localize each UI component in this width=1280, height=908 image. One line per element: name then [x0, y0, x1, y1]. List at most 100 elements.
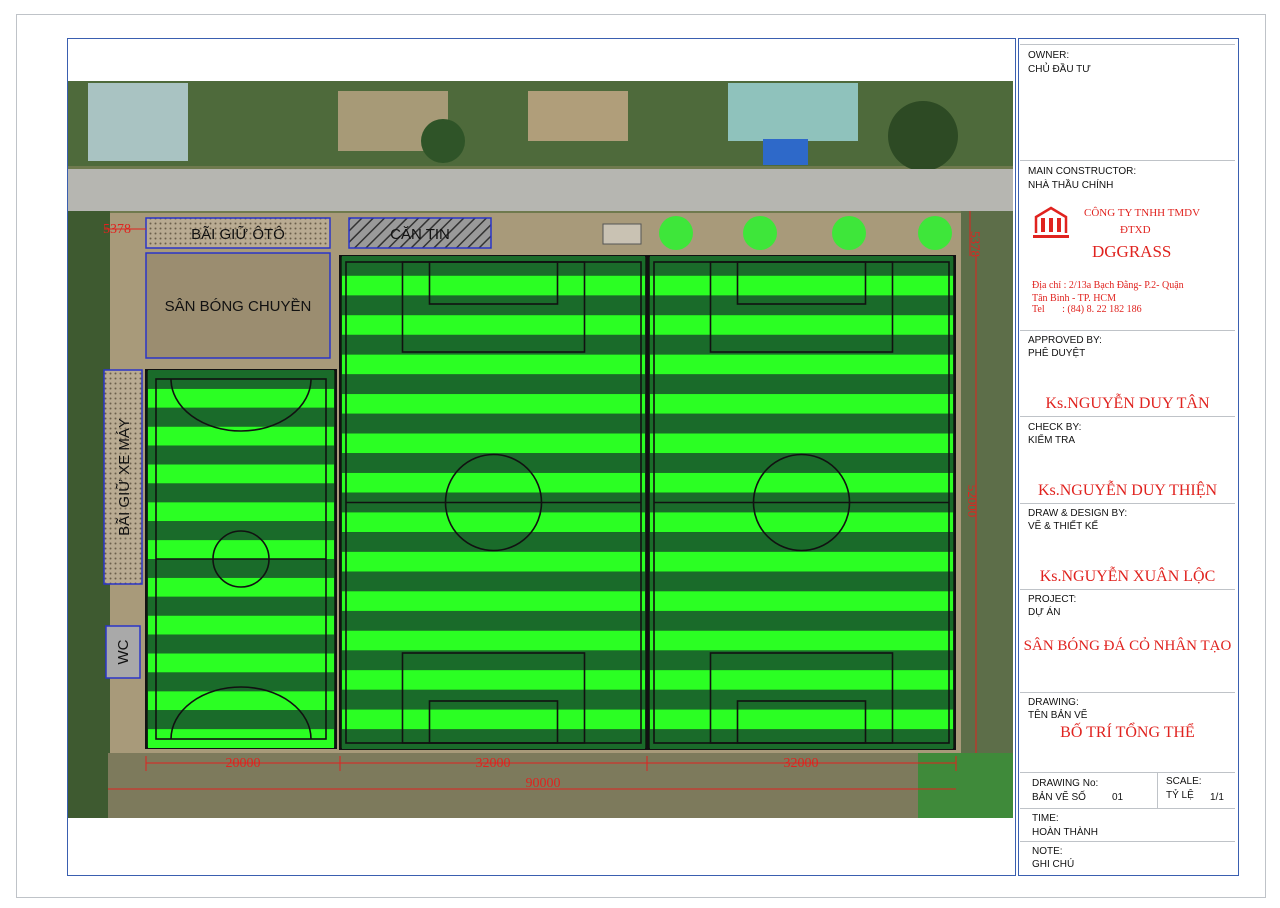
tree — [888, 101, 958, 171]
check-name: Ks.NGUYỄN DUY THIỆN — [1037, 482, 1218, 499]
pitch-1-stripe — [342, 453, 645, 473]
pitch-1-stripe — [342, 354, 645, 375]
drawing-name: BỐ TRÍ TỔNG THỂ — [1060, 724, 1195, 741]
dim-right-side: 52000 — [965, 485, 980, 518]
pitch-2-stripe — [650, 295, 953, 316]
pitch-2-stripe — [650, 472, 953, 493]
company-name: DGGRASS — [1092, 242, 1172, 261]
approved-label-vn: PHÊ DUYỆT — [1028, 348, 1086, 359]
small-pitch-stripe — [148, 672, 334, 692]
owner-cell: OWNER: CHỦ ĐẦU TƯ — [1020, 44, 1235, 161]
main-constructor-label-vn: NHÀ THẦU CHÍNH — [1028, 180, 1114, 191]
check-label: CHECK BY: — [1028, 422, 1082, 433]
pitch-1-stripe — [342, 630, 645, 651]
pitch-2-stripe — [650, 315, 953, 335]
small-pitch-stripe — [148, 426, 334, 446]
owner-label-vn: CHỦ ĐẦU TƯ — [1028, 64, 1091, 75]
company-tel: Tel : (84) 8. 22 182 186 — [1032, 304, 1142, 315]
site-plan: SÂN BÓNG CHUYỀN BÃI GIỮ ÔTÔ CĂN TIN BÃI … — [68, 81, 1013, 818]
time-label: TIME: — [1032, 813, 1059, 824]
volleyball-label: SÂN BÓNG CHUYỀN — [165, 298, 312, 315]
pitch-2-stripe — [650, 591, 953, 611]
project-cell: PROJECT: DỰ ÁN SÂN BÓNG ĐÁ CỎ NHÂN TẠO — [1020, 589, 1235, 693]
drawing-no-value: 01 — [1112, 792, 1124, 803]
check-cell: CHECK BY: KIỂM TRA Ks.NGUYỄN DUY THIỆN — [1020, 416, 1235, 504]
approved-cell: APPROVED BY: PHÊ DUYỆT Ks.NGUYỄN DUY TÂN — [1020, 330, 1235, 417]
note-label: NOTE: — [1032, 846, 1063, 857]
pitch-1-stripe — [342, 295, 645, 316]
scale-label: SCALE: — [1166, 776, 1202, 787]
company-address-1: Địa chỉ : 2/13a Bạch Đằng- P.2- Quận — [1032, 280, 1184, 291]
approved-name: Ks.NGUYỄN DUY TÂN — [1045, 395, 1210, 412]
company-line2: ĐTXD — [1120, 224, 1151, 236]
check-label-vn: KIỂM TRA — [1028, 435, 1076, 446]
pitch-1-stripe — [342, 512, 645, 533]
company-address-2: Tân Bình - TP. HCM — [1032, 293, 1116, 304]
pitch-1-stripe — [342, 275, 645, 296]
pitch-1-stripe — [342, 433, 645, 454]
draw-label: DRAW & DESIGN BY: — [1028, 508, 1128, 519]
draw-name: Ks.NGUYỄN XUÂN LỘC — [1039, 568, 1216, 585]
small-pitch-stripe — [148, 615, 334, 635]
small-pitch-stripe — [148, 445, 334, 465]
pitch-1-stripe — [342, 689, 645, 710]
dim-total: 90000 — [526, 776, 561, 791]
tree — [421, 119, 465, 163]
pitch-2-stripe — [650, 453, 953, 473]
canteen-label: CĂN TIN — [390, 226, 450, 243]
pitch-2-stripe — [650, 729, 953, 749]
pitch-1-stripe — [342, 591, 645, 611]
small-pitch-stripe — [148, 691, 334, 711]
pitch-2-stripe — [650, 394, 953, 414]
pitch-1-stripe — [342, 610, 645, 631]
cell-divider — [1157, 772, 1158, 808]
owner-label: OWNER: — [1028, 50, 1070, 61]
pitch-2-stripe — [650, 551, 953, 572]
draw-label-vn: VẼ & THIẾT KẾ — [1028, 521, 1099, 532]
small-pitch-stripe — [148, 483, 334, 503]
pitch-1-stripe — [342, 571, 645, 592]
draw-cell: DRAW & DESIGN BY: VẼ & THIẾT KẾ Ks.NGUYỄ… — [1020, 503, 1235, 590]
pitch-1-stripe — [342, 394, 645, 414]
pitch-2-stripe — [650, 610, 953, 631]
dim-width-right: 32000 — [784, 756, 819, 771]
main-constructor-label: MAIN CONSTRUCTOR: — [1028, 166, 1137, 177]
tree — [659, 216, 693, 250]
drawing-label-vn: TÊN BẢN VẼ — [1028, 710, 1088, 721]
pitch-2-stripe — [650, 532, 953, 552]
tree — [918, 216, 952, 250]
road — [68, 169, 1013, 211]
project-label: PROJECT: — [1028, 594, 1077, 605]
pitch-2-stripe — [650, 630, 953, 651]
pitch-1-stripe — [342, 709, 645, 730]
pitch-2-stripe — [650, 354, 953, 375]
company-logo — [1032, 205, 1070, 241]
approved-label: APPROVED BY: — [1028, 335, 1102, 346]
small-pitch-stripe — [148, 407, 334, 427]
pitch-2-stripe — [650, 689, 953, 710]
scale-value: 1/1 — [1210, 792, 1224, 803]
pitch-1-stripe — [342, 670, 645, 690]
time-label-vn: HOÀN THÀNH — [1032, 827, 1098, 838]
car-parking-label: BÃI GIỮ ÔTÔ — [191, 226, 285, 243]
pitch-2-stripe — [650, 374, 953, 395]
building — [728, 83, 858, 141]
note-cell: NOTE: GHI CHÚ — [1020, 841, 1235, 873]
building — [88, 83, 188, 161]
dim-width-mid: 32000 — [476, 756, 511, 771]
small-pitch-stripe — [148, 540, 334, 559]
motorbike-parking-label: BÃI GIỮ XE MÁY — [116, 418, 133, 536]
dim-top-right: 5378 — [968, 231, 983, 257]
pitch-1-stripe — [342, 374, 645, 395]
pitch-1-stripe — [342, 472, 645, 493]
pitch-1-stripe — [342, 729, 645, 749]
pitch-1-stripe — [342, 532, 645, 552]
tarp — [763, 139, 808, 165]
pitch-2-stripe — [650, 512, 953, 533]
pitch-2-stripe — [650, 256, 953, 276]
small-pitch-stripe — [148, 596, 334, 616]
drawing-no-cell: DRAWING No: BẢN VẼ SỐ 01 SCALE: TỶ LỆ 1/… — [1020, 772, 1235, 809]
small-pitch-stripe — [148, 653, 334, 673]
pitch-1-stripe — [342, 551, 645, 572]
drawing-no-label-vn: BẢN VẼ SỐ — [1032, 792, 1086, 803]
